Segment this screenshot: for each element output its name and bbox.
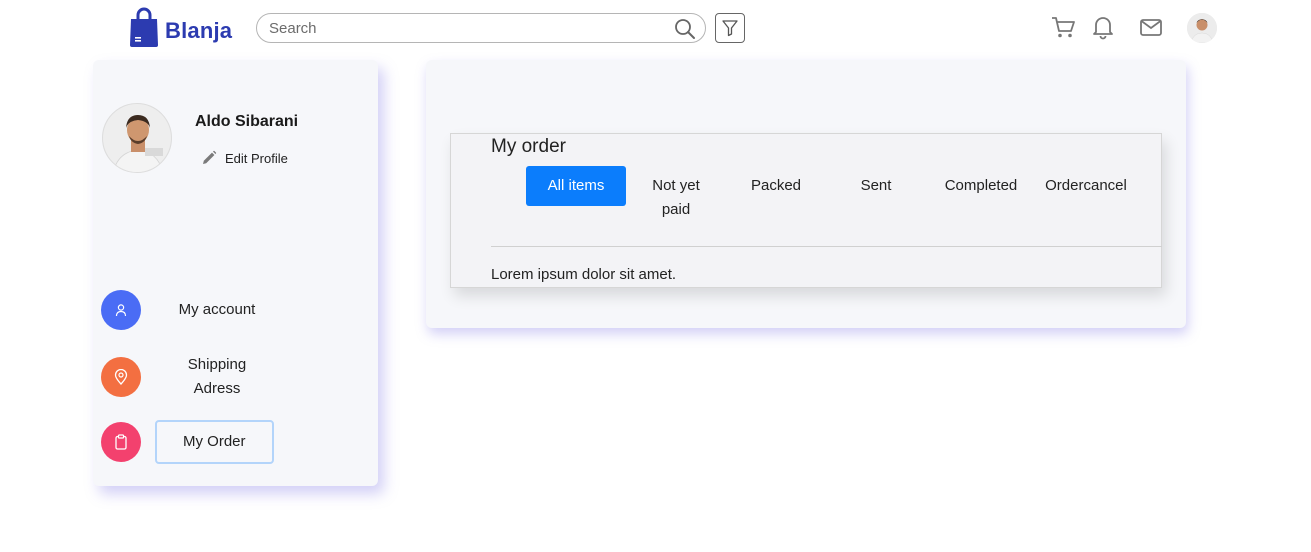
order-panel: My order All items Not yet paid Packed S…: [450, 133, 1162, 288]
sidebar-item-my-order[interactable]: My Order: [101, 420, 274, 464]
filter-button[interactable]: [715, 13, 745, 43]
main-content-card: My order All items Not yet paid Packed S…: [426, 60, 1186, 328]
cart-icon[interactable]: [1050, 14, 1076, 40]
tab-all-items[interactable]: All items: [526, 166, 626, 206]
profile-name: Aldo Sibarani: [195, 113, 299, 130]
clipboard-icon: [101, 422, 141, 462]
profile-sidebar: Aldo Sibarani Edit Profile My account Sh…: [93, 60, 378, 486]
sidebar-item-label: My account: [178, 301, 256, 318]
tab-completed[interactable]: Completed: [926, 166, 1036, 222]
sidebar-item-shipping-address[interactable]: Shipping Adress: [101, 353, 293, 401]
sidebar-item-my-account[interactable]: My account: [101, 290, 293, 330]
bell-icon[interactable]: [1090, 14, 1116, 40]
search-input[interactable]: [269, 14, 669, 42]
edit-profile-label: Edit Profile: [225, 150, 288, 166]
sidebar-item-label: My Order: [155, 420, 274, 464]
tab-packed[interactable]: Packed: [726, 166, 826, 222]
tab-ordercancel[interactable]: Ordercancel: [1036, 166, 1136, 222]
edit-profile-link[interactable]: Edit Profile: [201, 150, 288, 166]
profile-photo: [102, 103, 172, 173]
order-content-text: Lorem ipsum dolor sit amet.: [491, 266, 677, 283]
sidebar-item-label: Shipping Adress: [187, 356, 247, 397]
pencil-icon: [203, 150, 217, 164]
brand-logo[interactable]: Blanja: [128, 7, 232, 47]
search-icon[interactable]: [673, 17, 697, 41]
order-tabs: All items Not yet paid Packed Sent Compl…: [526, 166, 1136, 222]
shopping-bag-icon: [128, 7, 160, 47]
tab-not-yet-paid[interactable]: Not yet paid: [626, 166, 726, 222]
tab-sent[interactable]: Sent: [826, 166, 926, 222]
search-bar: [256, 13, 706, 43]
user-icon: [101, 290, 141, 330]
user-avatar[interactable]: [1187, 13, 1217, 43]
brand-name: Blanja: [165, 18, 233, 43]
page-title: My order: [491, 136, 566, 157]
divider: [491, 246, 1162, 247]
filter-icon: [722, 20, 738, 37]
location-pin-icon: [101, 357, 141, 397]
top-navbar: Blanja: [0, 0, 1311, 58]
mail-icon[interactable]: [1138, 14, 1164, 40]
